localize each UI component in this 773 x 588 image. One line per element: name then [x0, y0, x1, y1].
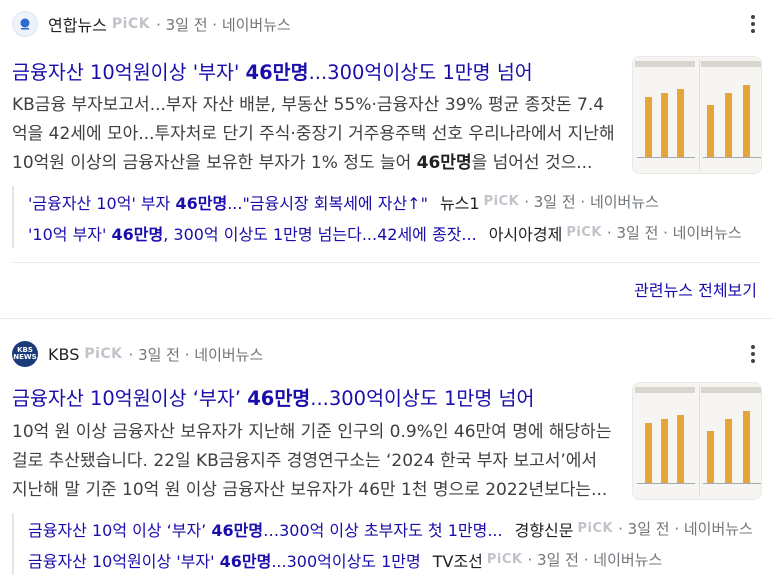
related-news-title[interactable]: 금융자산 10억원이상 '부자' 46만명...300억이상도 1만명 [28, 548, 421, 572]
pick-badge: PiCK [483, 194, 520, 209]
snippet-text: 10억 원 이상 금융자산 보유자가 지난해 기준 인구의 0.9%인 46만여… [12, 422, 612, 500]
title-text: 금융자산 10억원이상 ‘부자’ [12, 387, 248, 410]
title-highlight: 46만명 [247, 387, 311, 410]
title-text: 금융자산 10억원이상 '부자' [12, 61, 246, 84]
kbs-logo-icon[interactable]: KBS NEWS [12, 341, 38, 367]
related-title-rest: , 300억 이상도 1만명 넘는다...42세에 종잣... [163, 224, 477, 244]
pick-badge: PiCK [111, 16, 151, 32]
pick-badge: PiCK [566, 225, 602, 240]
related-news-item[interactable]: '10억 부자' 46만명, 300억 이상도 1만명 넘는다...42세에 종… [28, 217, 762, 248]
snippet-highlight: 46만명 [416, 153, 472, 173]
article-title-link[interactable]: 금융자산 10억원이상 ‘부자’ 46만명...300억이상도 1만명 넘어 [12, 382, 534, 411]
related-news-title[interactable]: '10억 부자' 46만명, 300억 이상도 1만명 넘는다...42세에 종… [28, 221, 477, 245]
related-source-name[interactable]: 아시아경제 [489, 221, 563, 245]
related-title-text: 금융자산 10억원이상 '부자' [28, 551, 220, 571]
article-snippet: 10억 원 이상 금융자산 보유자가 지난해 기준 인구의 0.9%인 46만여… [12, 418, 617, 505]
related-title-rest: ...300억이상도 1만명 [271, 551, 421, 571]
related-news-list: 금융자산 10억 이상 ‘부자’ 46만명…300억 이상 초부자도 첫 1만명… [12, 513, 762, 575]
title-text-rest: ...300억이상도 1만명 넘어 [310, 387, 535, 410]
related-title-highlight: 46만명 [219, 551, 272, 571]
pick-badge: PiCK [84, 346, 123, 362]
related-source-name[interactable]: 경향신문 [515, 517, 574, 541]
related-news-list: '금융자산 10억' 부자 46만명..."금융시장 회복세에 자산↑" 뉴스1… [12, 186, 762, 248]
related-title-text: 금융자산 10억 이상 ‘부자’ [28, 520, 212, 540]
related-source-name[interactable]: 뉴스1 [440, 190, 480, 214]
related-meta: · 3일 전 · 네이버뉴스 [524, 193, 659, 211]
related-source-name[interactable]: TV조선 [433, 548, 483, 572]
related-title-text: '금융자산 10억' 부자 [28, 193, 176, 213]
news-source-row: KBS NEWS KBS PiCK · 3일 전 · 네이버뉴스 [12, 340, 762, 368]
view-all-related-news-link[interactable]: 관련뉴스 전체보기 [634, 277, 757, 301]
related-news-item[interactable]: 금융자산 10억 이상 ‘부자’ 46만명…300억 이상 초부자도 첫 1만명… [28, 513, 762, 544]
related-news-title[interactable]: '금융자산 10억' 부자 46만명..."금융시장 회복세에 자산↑" [28, 190, 428, 214]
news-source-row: 연합뉴스 PiCK · 3일 전 · 네이버뉴스 [12, 10, 762, 38]
pick-badge: PiCK [577, 521, 614, 536]
related-meta: · 3일 전 · 네이버뉴스 [606, 224, 742, 242]
pick-badge: PiCK [486, 552, 523, 567]
title-text-rest: ...300억이상도 1만명 넘어 [308, 61, 533, 84]
related-news-item[interactable]: '금융자산 10억' 부자 46만명..."금융시장 회복세에 자산↑" 뉴스1… [28, 186, 762, 217]
related-meta: · 3일 전 · 네이버뉴스 [527, 551, 663, 569]
card-divider [0, 318, 773, 319]
yonhap-logo-icon[interactable] [12, 11, 38, 37]
related-news-item[interactable]: 금융자산 10억원이상 '부자' 46만명...300억이상도 1만명 TV조선… [28, 544, 762, 575]
article-thumbnail[interactable] [632, 382, 762, 500]
source-name[interactable]: KBS [48, 345, 79, 364]
snippet-text-rest: 을 넘어선 것으... [471, 153, 593, 173]
article-thumbnail[interactable] [632, 56, 762, 174]
related-meta: · 3일 전 · 네이버뉴스 [618, 520, 753, 538]
source-meta: · 3일 전 · 네이버뉴스 [156, 15, 291, 34]
divider [12, 262, 761, 263]
article-title-link[interactable]: 금융자산 10억원이상 '부자' 46만명...300억이상도 1만명 넘어 [12, 56, 533, 85]
related-title-rest: …300억 이상 초부자도 첫 1만명... [263, 520, 503, 540]
related-title-highlight: 46만명 [211, 520, 264, 540]
title-highlight: 46만명 [245, 61, 309, 84]
related-title-text: '10억 부자' [28, 224, 112, 244]
source-meta: · 3일 전 · 네이버뉴스 [128, 345, 264, 364]
related-title-highlight: 46만명 [175, 193, 228, 213]
article-snippet: KB금융 부자보고서...부자 자산 배분, 부동산 55%·금융자산 39% … [12, 91, 617, 178]
related-title-rest: ..."금융시장 회복세에 자산↑" [227, 193, 428, 213]
more-options-icon[interactable] [744, 12, 762, 36]
source-name[interactable]: 연합뉴스 [48, 12, 107, 36]
related-title-highlight: 46만명 [111, 224, 164, 244]
related-news-title[interactable]: 금융자산 10억 이상 ‘부자’ 46만명…300억 이상 초부자도 첫 1만명… [28, 517, 503, 541]
more-options-icon[interactable] [744, 342, 762, 366]
